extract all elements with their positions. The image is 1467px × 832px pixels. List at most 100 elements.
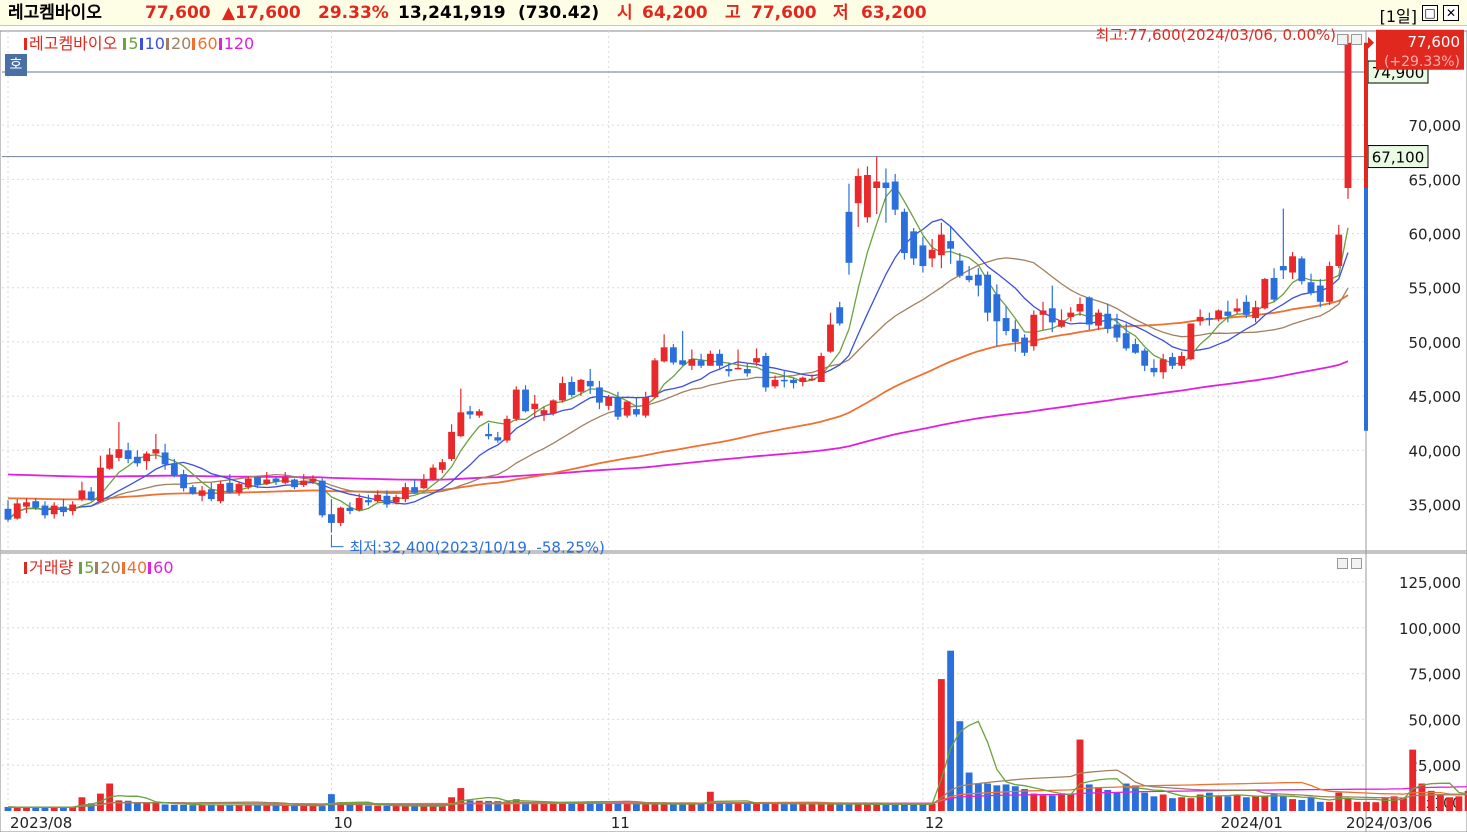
volume-bar	[882, 804, 890, 811]
candle-body	[632, 409, 640, 415]
candle-body	[494, 437, 502, 441]
volume-bar	[577, 802, 585, 811]
candle-body	[60, 506, 67, 513]
candle-body	[854, 176, 862, 204]
ma-label-5: 5	[128, 34, 139, 53]
candle-body	[522, 389, 529, 412]
volume-bar	[1095, 787, 1102, 811]
candle-body	[1113, 324, 1121, 338]
candle-body	[642, 397, 650, 416]
candle-body	[263, 479, 271, 484]
vma-label-60: 60	[153, 558, 174, 577]
price-pane-frame	[0, 30, 1467, 552]
volume-bar	[762, 803, 770, 811]
volume-bar	[1178, 797, 1186, 811]
volume-bar	[32, 807, 40, 811]
price-legend-name: 레고켐바이오	[29, 34, 118, 53]
volume-bar	[235, 805, 243, 811]
stock-chart[interactable]: 2023/081011122024/0102032024/03/0670,000…	[0, 26, 1467, 832]
volume-bar	[1141, 792, 1149, 811]
vma-marker-60	[148, 562, 152, 574]
volume-bar	[559, 803, 566, 811]
volume-bar	[1021, 789, 1028, 811]
volume-bar	[993, 785, 1001, 811]
ho-button[interactable]: 호	[5, 54, 27, 76]
candle-body	[1067, 312, 1075, 317]
volume-bar	[78, 797, 86, 811]
candle-body	[882, 182, 890, 188]
candle-body	[69, 504, 77, 511]
candle-body	[1279, 266, 1287, 271]
volume-bar	[1242, 797, 1250, 811]
candle-body	[1298, 258, 1306, 282]
high-label: 고	[725, 3, 741, 23]
volume-bar	[1030, 793, 1038, 811]
candle-body	[1187, 323, 1195, 360]
ma-label-10: 10	[144, 34, 165, 53]
candle-body	[928, 249, 936, 259]
volume-bar	[420, 806, 428, 811]
pane-close-icon[interactable]	[1351, 34, 1362, 45]
volume-bar	[1002, 784, 1010, 811]
volume-pane-minimize-icon[interactable]	[1337, 558, 1348, 569]
volume-pane-close-icon[interactable]	[1351, 558, 1362, 569]
volume-bar	[1446, 797, 1454, 811]
volume-bar	[133, 802, 141, 811]
current-price: 77,600	[145, 3, 211, 23]
candle-body	[827, 324, 834, 352]
candle-body	[1168, 357, 1176, 366]
volume-bar	[1252, 796, 1260, 811]
candle-body	[965, 275, 973, 281]
candle-body	[669, 347, 677, 363]
volume-bar	[596, 803, 603, 811]
candle-body	[706, 353, 714, 366]
candle-body	[96, 467, 104, 502]
candle-body	[512, 389, 520, 419]
candle-body	[87, 491, 95, 501]
candle-body	[900, 211, 908, 254]
candle-body	[1021, 337, 1028, 353]
high-price: 77,600	[751, 3, 817, 23]
period-selector[interactable]: [1일]	[1380, 3, 1417, 27]
candle-body	[596, 387, 603, 403]
price-tick-label: 65,000	[1409, 171, 1462, 189]
volume-bar	[688, 804, 696, 811]
volume-bar	[318, 806, 326, 811]
candle-body	[993, 294, 1001, 322]
volume-bar	[1436, 794, 1444, 811]
volume-bar	[429, 806, 437, 811]
candle-body	[1048, 308, 1056, 323]
maximize-icon[interactable]: □	[1422, 5, 1438, 21]
volume-tick-label: 100,000	[1399, 620, 1461, 638]
volume-bar	[189, 805, 197, 811]
volume-bar	[143, 803, 151, 811]
volume-bar	[984, 783, 992, 811]
volume-bar	[614, 803, 622, 811]
candle-body	[1270, 277, 1278, 300]
candle-body	[143, 453, 151, 462]
open-price: 64,200	[642, 3, 708, 23]
volume-bar	[799, 804, 807, 811]
close-icon[interactable]: ✕	[1443, 5, 1459, 21]
volume-legend-name: 거래량	[29, 558, 74, 577]
trade-amount: (730.42)	[518, 3, 600, 23]
price-tick-label: 40,000	[1409, 442, 1462, 460]
candle-body	[1002, 318, 1010, 332]
pane-minimize-icon[interactable]	[1337, 34, 1348, 45]
price-legend-marker	[24, 38, 27, 50]
price-tick-label: 45,000	[1409, 388, 1462, 406]
candle-body	[411, 487, 419, 493]
candle-body	[956, 260, 964, 276]
volume-bar	[827, 804, 834, 811]
candle-body	[753, 358, 760, 363]
volume-bar	[254, 805, 261, 811]
candle-body	[383, 495, 391, 505]
volume-bar	[854, 804, 862, 811]
ma-marker-20	[165, 38, 169, 50]
candle-body	[328, 514, 335, 523]
candle-body	[1215, 310, 1223, 320]
candle-body	[78, 490, 86, 500]
x-tick-label: 2023/08	[10, 814, 72, 832]
candle-body	[1242, 301, 1250, 315]
volume-bar	[1187, 798, 1195, 811]
